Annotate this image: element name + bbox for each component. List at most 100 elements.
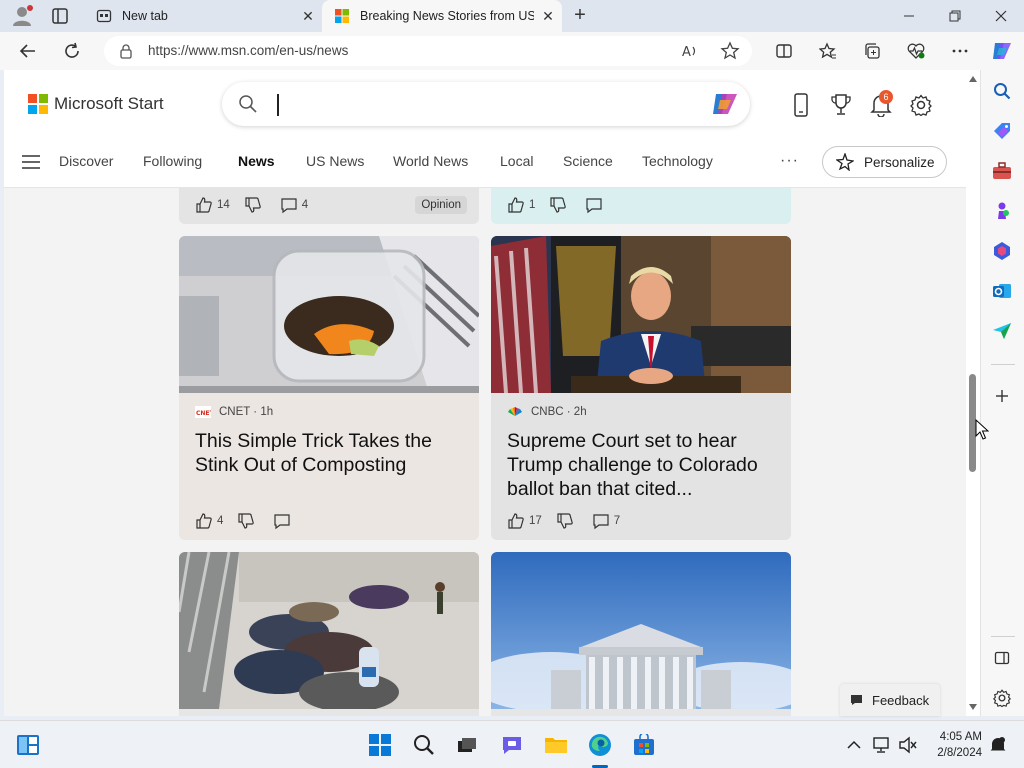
system-clock[interactable]: 4:05 AM 2/8/2024 bbox=[932, 729, 982, 761]
card-headline[interactable]: Supreme Court set to hear Trump challeng… bbox=[507, 429, 779, 501]
notification-center-button[interactable] bbox=[986, 733, 1010, 757]
thumbs-down-icon bbox=[245, 197, 261, 213]
comment-icon bbox=[281, 198, 297, 214]
copilot-button[interactable] bbox=[990, 39, 1014, 63]
nav-technology[interactable]: Technology bbox=[642, 153, 713, 169]
address-bar[interactable]: https://www.msn.com/en-us/news A bbox=[104, 36, 752, 66]
teams-chat-button[interactable] bbox=[500, 733, 524, 757]
comment-button[interactable]: 7 bbox=[592, 512, 620, 530]
search-input-caret[interactable] bbox=[277, 94, 279, 116]
minimize-button[interactable] bbox=[886, 0, 932, 32]
nav-science[interactable]: Science bbox=[563, 153, 613, 169]
rewards-button[interactable] bbox=[828, 92, 854, 118]
sidebar-hide-button[interactable] bbox=[992, 648, 1012, 668]
sidebar-settings-button[interactable] bbox=[992, 688, 1012, 708]
news-card-supreme-court[interactable] bbox=[491, 552, 791, 716]
comment-button[interactable] bbox=[273, 512, 295, 530]
sidebar-outlook-button[interactable] bbox=[992, 281, 1012, 301]
search-icon[interactable] bbox=[238, 94, 258, 114]
shopping-tag-icon bbox=[994, 123, 1010, 139]
news-card-compost[interactable]: CNET CNET · 1h This Simple Trick Takes t… bbox=[179, 236, 479, 540]
favorites-button[interactable] bbox=[816, 39, 840, 63]
comment-button[interactable]: 4 bbox=[280, 196, 308, 214]
news-card-trump[interactable]: CNBC · 2h Supreme Court set to hear Trum… bbox=[491, 236, 791, 540]
address-toolbar: https://www.msn.com/en-us/news A bbox=[0, 32, 1024, 70]
like-count: 1 bbox=[529, 199, 536, 211]
profile-avatar-icon[interactable] bbox=[10, 4, 34, 28]
page-settings-button[interactable] bbox=[908, 92, 934, 118]
start-button[interactable] bbox=[368, 733, 392, 757]
tab-actions-icon[interactable] bbox=[50, 6, 70, 26]
search-box[interactable] bbox=[222, 82, 750, 126]
close-window-button[interactable] bbox=[978, 0, 1024, 32]
comment-icon bbox=[274, 514, 291, 530]
dislike-button[interactable] bbox=[556, 512, 578, 530]
page-scrollbar[interactable] bbox=[966, 70, 980, 716]
like-button[interactable]: 14 bbox=[195, 196, 230, 214]
feedback-button[interactable]: Feedback bbox=[840, 684, 940, 716]
read-aloud-icon[interactable]: A bbox=[680, 41, 700, 61]
copilot-icon[interactable] bbox=[710, 90, 740, 118]
task-view-button[interactable] bbox=[455, 733, 479, 757]
lock-icon[interactable] bbox=[118, 43, 134, 59]
show-hidden-icons-button[interactable] bbox=[842, 733, 866, 757]
restore-icon bbox=[949, 10, 961, 22]
refresh-icon bbox=[65, 42, 79, 58]
taskbar-search-button[interactable] bbox=[412, 733, 436, 757]
restore-button[interactable] bbox=[932, 0, 978, 32]
phone-app-button[interactable] bbox=[788, 92, 814, 118]
nav-world-news[interactable]: World News bbox=[393, 153, 468, 169]
split-screen-button[interactable] bbox=[772, 39, 796, 63]
refresh-button[interactable] bbox=[58, 37, 86, 65]
like-button[interactable]: 4 bbox=[195, 512, 223, 530]
hamburger-menu-icon[interactable] bbox=[22, 155, 40, 169]
nav-news[interactable]: News bbox=[238, 153, 275, 169]
collections-button[interactable] bbox=[860, 39, 884, 63]
browser-essentials-button[interactable] bbox=[904, 39, 928, 63]
sidebar-search-button[interactable] bbox=[992, 81, 1012, 101]
back-button[interactable] bbox=[14, 37, 42, 65]
edge-taskbar-button[interactable] bbox=[588, 733, 612, 757]
sidebar-tools-button[interactable] bbox=[992, 161, 1012, 181]
dislike-button[interactable] bbox=[237, 512, 259, 530]
settings-and-more-button[interactable] bbox=[948, 39, 972, 63]
comment-button[interactable] bbox=[585, 196, 607, 214]
microsoft-logo-icon bbox=[28, 94, 48, 114]
card-headline[interactable]: This Simple Trick Takes the Stink Out of… bbox=[195, 429, 467, 477]
like-button[interactable]: 1 bbox=[507, 196, 535, 214]
sidebar-games-button[interactable] bbox=[992, 201, 1012, 221]
volume-button[interactable] bbox=[896, 733, 920, 757]
personalize-button[interactable]: Personalize bbox=[822, 146, 947, 178]
like-button[interactable]: 17 bbox=[507, 512, 542, 530]
sidebar-microsoft365-button[interactable] bbox=[992, 241, 1012, 261]
dislike-button[interactable] bbox=[549, 196, 571, 214]
news-card-migrants[interactable] bbox=[179, 552, 479, 716]
scroll-down-arrow-icon[interactable] bbox=[968, 702, 978, 712]
widgets-button[interactable] bbox=[16, 733, 40, 757]
nav-more-button[interactable]: ··· bbox=[780, 152, 799, 170]
favorite-star-icon[interactable] bbox=[720, 41, 740, 61]
nav-following[interactable]: Following bbox=[143, 153, 202, 169]
close-tab-icon[interactable]: ✕ bbox=[534, 8, 562, 25]
sidebar-shopping-button[interactable] bbox=[992, 121, 1012, 141]
feedback-label: Feedback bbox=[872, 692, 930, 708]
file-explorer-button[interactable] bbox=[544, 733, 568, 757]
card-actions: 4 bbox=[195, 512, 309, 530]
network-status-button[interactable] bbox=[870, 733, 894, 757]
url-text[interactable]: https://www.msn.com/en-us/news bbox=[148, 43, 348, 58]
dislike-button[interactable] bbox=[244, 196, 266, 214]
nav-local[interactable]: Local bbox=[500, 153, 533, 169]
sidebar-add-button[interactable] bbox=[992, 386, 1012, 406]
nav-discover[interactable]: Discover bbox=[59, 153, 113, 169]
store-button[interactable] bbox=[632, 733, 656, 757]
new-tab-button[interactable]: + bbox=[568, 4, 592, 28]
microsoft-start-logo[interactable]: Microsoft Start bbox=[28, 94, 164, 114]
nav-us-news[interactable]: US News bbox=[306, 153, 364, 169]
close-tab-icon[interactable]: ✕ bbox=[294, 8, 322, 25]
sidebar-drop-button[interactable] bbox=[992, 321, 1012, 341]
scroll-up-arrow-icon[interactable] bbox=[968, 74, 978, 84]
tab-new-tab[interactable]: New tab ✕ bbox=[84, 0, 322, 32]
thumbs-up-icon bbox=[196, 513, 212, 529]
store-bag-icon bbox=[634, 734, 654, 755]
tab-msn-news[interactable]: Breaking News Stories from US and Around… bbox=[322, 0, 562, 32]
